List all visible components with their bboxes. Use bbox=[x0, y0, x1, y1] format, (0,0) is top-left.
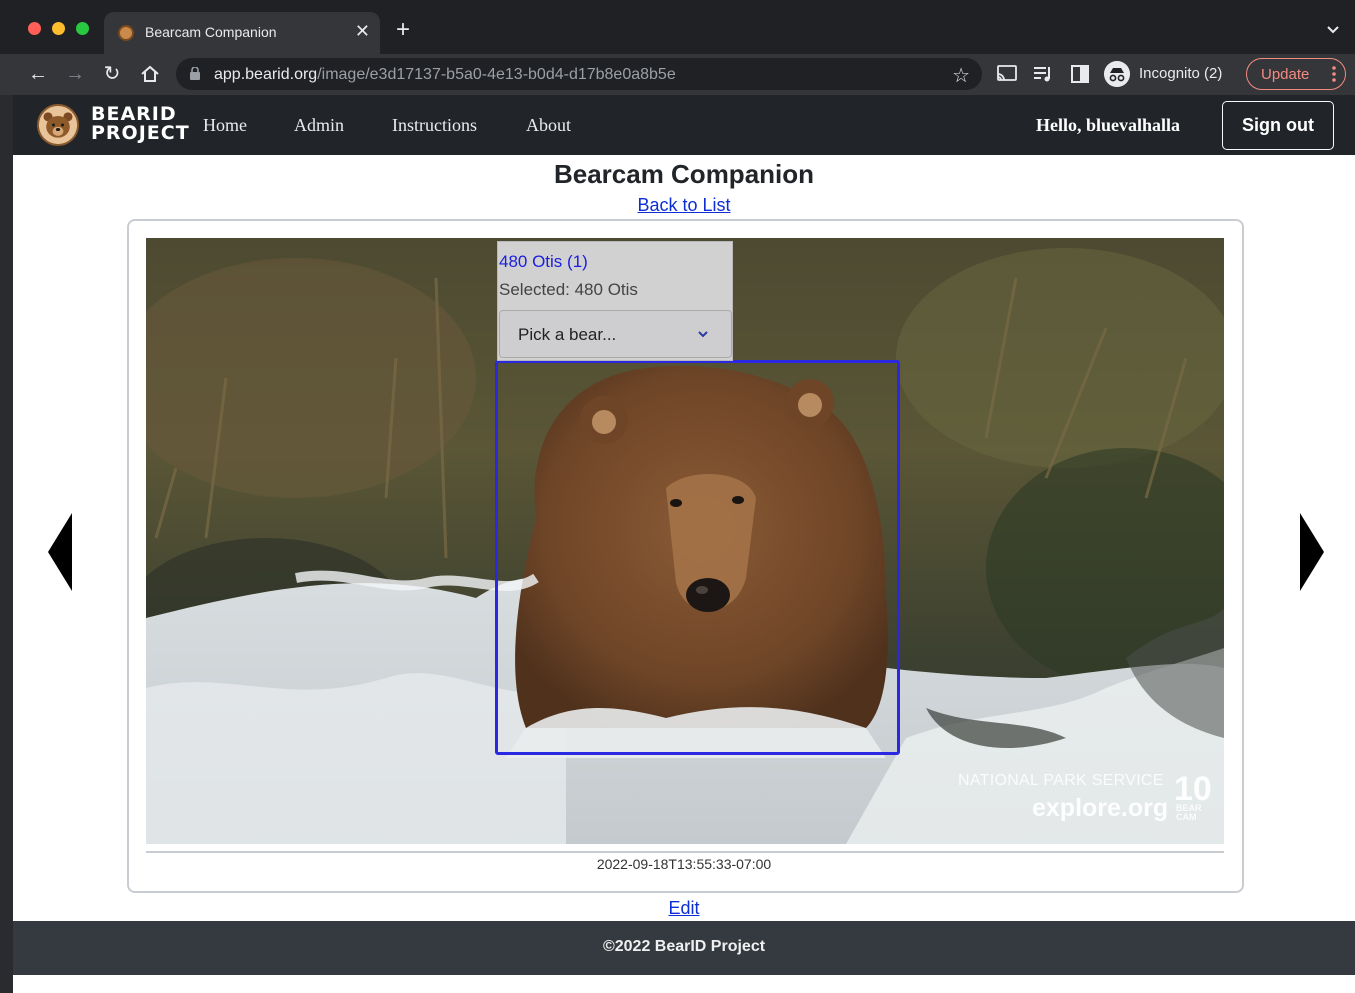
address-bar[interactable]: app.bearid.org/image/e3d17137-b5a0-4e13-… bbox=[176, 58, 982, 90]
previous-image-arrow-icon[interactable] bbox=[48, 513, 74, 591]
nav-link-instructions[interactable]: Instructions bbox=[392, 115, 477, 136]
browser-toolbar: ← → ↻ app.bearid.org/image/e3d17137-b5a0… bbox=[0, 54, 1355, 95]
page-bottom bbox=[13, 975, 1355, 993]
logo-text[interactable]: BEARID PROJECT bbox=[91, 105, 190, 143]
forward-icon[interactable]: → bbox=[64, 63, 86, 85]
bear-select-dropdown[interactable]: Pick a bear... bbox=[499, 310, 732, 358]
chevron-down-icon bbox=[698, 331, 708, 338]
close-window-button[interactable] bbox=[28, 22, 41, 35]
bear-photo[interactable]: 480 Otis (1) Selected: 480 Otis Pick a b… bbox=[146, 238, 1224, 844]
browser-tab[interactable]: Bearcam Companion ✕ bbox=[104, 12, 380, 54]
bear-favicon-icon bbox=[118, 25, 134, 41]
nav-link-admin[interactable]: Admin bbox=[294, 115, 344, 136]
browser-tabstrip: Bearcam Companion ✕ + bbox=[0, 0, 1355, 54]
image-timestamp: 2022-09-18T13:55:33-07:00 bbox=[596, 856, 772, 872]
back-icon[interactable]: ← bbox=[27, 63, 49, 85]
tab-title: Bearcam Companion bbox=[145, 24, 277, 40]
lock-icon bbox=[190, 67, 200, 80]
app-navbar: BEARID PROJECT Home Admin Instructions A… bbox=[13, 95, 1355, 155]
incognito-icon bbox=[1104, 61, 1130, 87]
media-icon[interactable] bbox=[1032, 64, 1054, 84]
cast-icon[interactable] bbox=[996, 64, 1018, 84]
update-label: Update bbox=[1261, 66, 1310, 83]
edit-link-row: Edit bbox=[13, 898, 1355, 919]
nav-link-home[interactable]: Home bbox=[203, 115, 247, 136]
sidepanel-icon[interactable] bbox=[1069, 64, 1091, 84]
page-title: Bearcam Companion bbox=[553, 159, 815, 189]
incognito-badge[interactable]: Incognito (2) bbox=[1104, 60, 1236, 88]
footer-copyright: ©2022 BearID Project bbox=[602, 938, 766, 955]
url-text: app.bearid.org/image/e3d17137-b5a0-4e13-… bbox=[214, 66, 676, 83]
incognito-label: Incognito (2) bbox=[1139, 65, 1223, 82]
bearcam-watermark: BEAR CAM bbox=[1176, 803, 1202, 822]
back-to-list-link: Back to List bbox=[13, 195, 1355, 216]
sign-out-button[interactable]: Sign out bbox=[1222, 101, 1334, 150]
user-greeting: Hello, bluevalhalla bbox=[1036, 115, 1181, 135]
bear-name-link[interactable]: 480 Otis (1) bbox=[499, 252, 588, 272]
update-button[interactable]: Update bbox=[1246, 58, 1346, 90]
edit-link[interactable]: Edit bbox=[668, 898, 699, 918]
maximize-window-button[interactable] bbox=[76, 22, 89, 35]
next-image-arrow-icon[interactable] bbox=[1298, 513, 1324, 591]
back-to-list-anchor[interactable]: Back to List bbox=[637, 195, 730, 215]
minimize-window-button[interactable] bbox=[52, 22, 65, 35]
main-content: Bearcam Companion Back to List 480 Otis … bbox=[13, 155, 1355, 921]
bear-label-box: 480 Otis (1) Selected: 480 Otis Pick a b… bbox=[497, 241, 733, 361]
explore-watermark: explore.org bbox=[1032, 794, 1169, 822]
chevron-down-icon[interactable] bbox=[1327, 24, 1339, 36]
bear-bounding-box[interactable] bbox=[495, 360, 900, 755]
more-icon bbox=[1332, 66, 1336, 82]
bear-select-placeholder: Pick a bear... bbox=[518, 325, 617, 344]
selected-bear-text: Selected: 480 Otis bbox=[499, 280, 638, 299]
nav-link-about[interactable]: About bbox=[526, 115, 571, 136]
nps-watermark: NATIONAL PARK SERVICE bbox=[958, 772, 1164, 789]
home-icon[interactable] bbox=[139, 63, 161, 85]
window-edge bbox=[0, 95, 13, 993]
star-icon[interactable]: ☆ bbox=[952, 63, 970, 88]
bear-logo-icon[interactable] bbox=[37, 104, 79, 146]
divider bbox=[146, 851, 1224, 853]
new-tab-icon[interactable]: + bbox=[396, 18, 410, 42]
page-footer: ©2022 BearID Project bbox=[13, 921, 1355, 975]
close-icon[interactable]: ✕ bbox=[355, 22, 370, 40]
reload-icon[interactable]: ↻ bbox=[101, 63, 123, 85]
